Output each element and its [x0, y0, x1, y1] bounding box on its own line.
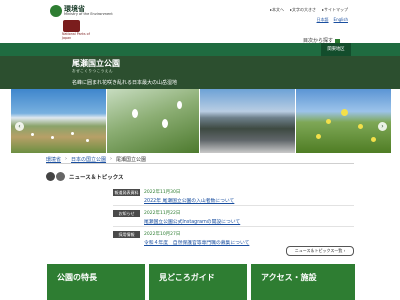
breadcrumb-item-parks[interactable]: 日本の国立公園	[71, 156, 106, 163]
carousel-prev-button[interactable]: ‹	[15, 122, 24, 131]
breadcrumb-item-current: 尾瀬国立公園	[116, 157, 147, 163]
ministry-logo[interactable]: 環境省 Ministry of the Environment	[50, 4, 113, 18]
news-link[interactable]: 2022年 尾瀬国立公園の入山者数について	[144, 197, 234, 204]
carousel-next-button[interactable]: ›	[378, 122, 387, 131]
divider	[46, 163, 354, 164]
language-switcher: 日本語 English	[317, 17, 348, 23]
tile-highlights-guide[interactable]: 見どころガイド	[149, 264, 247, 300]
tile-access-facilities[interactable]: アクセス・施設	[251, 264, 355, 300]
national-parks-logo-text: National Parks of Japan	[62, 32, 90, 40]
news-date: 2022年10月27日	[144, 232, 181, 237]
page-title: 尾瀬国立公園	[72, 59, 120, 68]
region-tab[interactable]: 関東地区	[321, 43, 351, 56]
font-size-link[interactable]: ▸文字の大きさ	[290, 7, 316, 13]
ministry-logo-icon	[50, 5, 62, 17]
divider	[113, 205, 354, 206]
hero-photo-mountain	[200, 89, 295, 153]
lang-japanese[interactable]: 日本語	[317, 17, 329, 23]
news-category-badge: 採用情報	[113, 231, 140, 238]
news-category-badge: お知らせ	[113, 210, 140, 217]
news-link[interactable]: 尾瀬国立公園公式Instagramの開設について	[144, 218, 240, 225]
lang-english[interactable]: English	[334, 17, 348, 23]
hero-photo-daylily	[296, 89, 391, 153]
news-section-title: ニュース＆トピックス	[69, 175, 124, 181]
tile-park-features[interactable]: 公園の特長	[47, 264, 145, 300]
utility-links: ▸本文へ ▸文字の大きさ ▸サイトマップ	[270, 7, 348, 13]
tile-label: アクセス・施設	[261, 273, 317, 282]
hero-photo-marsh	[11, 89, 106, 153]
menu-icon	[335, 38, 340, 43]
breadcrumb: 環境省 › 日本の国立公園 › 尾瀬国立公園	[46, 156, 146, 163]
breadcrumb-item-moe[interactable]: 環境省	[46, 156, 61, 163]
park-title-bar	[0, 56, 400, 89]
page-title-kana: おぜこくりつこうえん	[72, 69, 113, 73]
news-icon	[56, 172, 65, 181]
national-parks-logo-icon	[63, 20, 80, 32]
hero-carousel: ‹ ›	[11, 89, 391, 153]
news-icon	[46, 172, 55, 181]
ministry-name-en: Ministry of the Environment	[64, 12, 113, 16]
news-date: 2022年11月22日	[144, 211, 181, 216]
news-date: 2022年11月30日	[144, 190, 181, 195]
news-link[interactable]: 令和４年度 自然保護官等専門職の募集について	[144, 239, 249, 246]
news-category-badge: 報道発表資料	[113, 189, 140, 196]
news-list-button[interactable]: ニュース＆トピックス一覧 ›	[286, 246, 354, 256]
breadcrumb-separator: ›	[65, 156, 68, 162]
sitemap-link[interactable]: ▸サイトマップ	[322, 7, 348, 13]
tile-label: 見どころガイド	[159, 273, 215, 282]
divider	[113, 226, 354, 227]
breadcrumb-separator: ›	[110, 156, 113, 162]
hero-photo-skunk-cabbage	[107, 89, 199, 153]
park-tagline: 名峰に囲まれ花咲き乱れる日本最大の山岳湿地	[72, 80, 178, 86]
skip-to-content-link[interactable]: ▸本文へ	[270, 7, 284, 13]
tile-label: 公園の特長	[57, 273, 97, 282]
